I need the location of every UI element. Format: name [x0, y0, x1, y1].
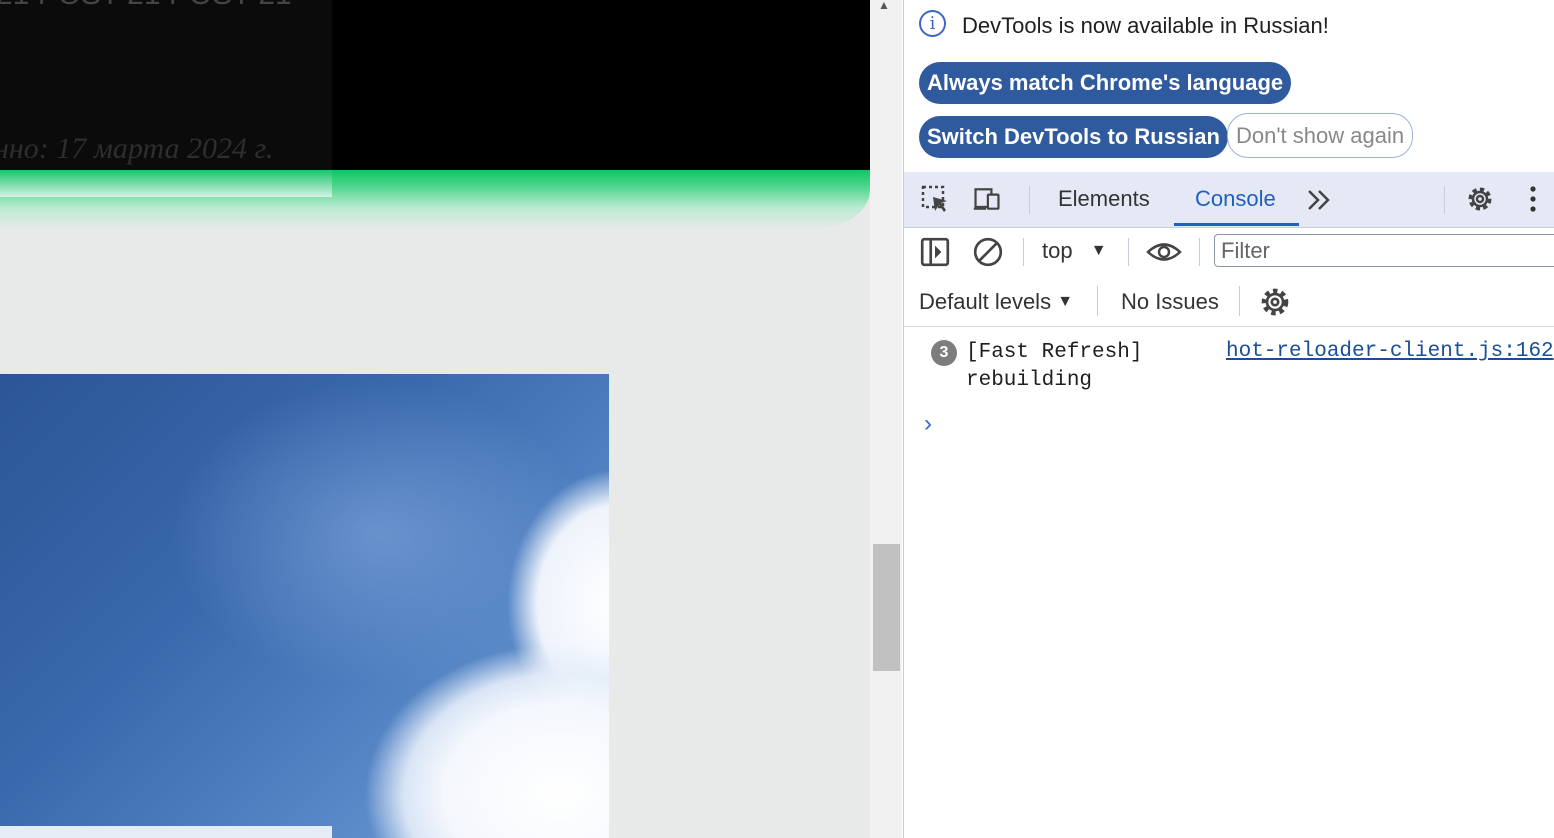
hero-card[interactable]: 21 POST 21 POST 21 нно: 17 марта 2024 г.: [0, 0, 332, 170]
eye-icon[interactable]: [1146, 236, 1182, 268]
scroll-up-arrow-icon[interactable]: ▲: [878, 0, 890, 12]
inspect-element-icon[interactable]: [920, 184, 950, 214]
console-message-text: [Fast Refresh] rebuilding: [966, 339, 1142, 395]
hero-banner: 21 POST 21 POST 21 нно: 17 марта 2024 г.: [0, 0, 870, 170]
active-tab-indicator: [1174, 223, 1299, 226]
toolbar-separator: [1199, 238, 1200, 266]
toolbar-separator: [1239, 286, 1240, 316]
sidebar-toggle-icon[interactable]: [919, 236, 951, 268]
infobar-message: DevTools is now available in Russian!: [962, 13, 1329, 38]
tab-console[interactable]: Console: [1195, 186, 1276, 212]
context-selector[interactable]: top ▼: [1042, 238, 1107, 264]
hero-date: нно: 17 марта 2024 г.: [0, 132, 274, 165]
tabbar-separator: [1029, 186, 1030, 214]
toolbar-separator: [1023, 238, 1024, 266]
issues-counter[interactable]: No Issues: [1121, 289, 1219, 315]
hero-title: 21 POST 21 POST 21: [0, 0, 292, 12]
console-message-line: [Fast Refresh]: [966, 341, 1143, 364]
device-toolbar-icon[interactable]: [972, 184, 1002, 214]
gear-icon[interactable]: [1259, 286, 1291, 318]
source-link[interactable]: hot-reloader-client.js:162: [1226, 340, 1554, 363]
tabbar-separator: [1444, 186, 1445, 214]
switch-to-russian-button[interactable]: Switch DevTools to Russian: [919, 116, 1228, 158]
language-infobar: i DevTools is now available in Russian! …: [904, 0, 1554, 172]
dropdown-arrow-icon: ▼: [1090, 242, 1107, 259]
always-match-language-button[interactable]: Always match Chrome's language: [919, 62, 1292, 104]
log-levels-dropdown[interactable]: Default levels ▼: [919, 289, 1073, 315]
settings-icon[interactable]: [1465, 184, 1495, 214]
devtools-panel: i DevTools is now available in Russian! …: [903, 0, 1554, 838]
web-page-viewport: 21 POST 21 POST 21 нно: 17 марта 2024 г.: [0, 0, 870, 838]
green-card-edge: [0, 170, 332, 197]
console-prompt[interactable]: ›: [924, 410, 932, 438]
tab-elements[interactable]: Elements: [1058, 186, 1150, 212]
console-message-line: rebuilding: [966, 369, 1093, 392]
dropdown-arrow-icon: ▼: [1057, 293, 1074, 310]
page-scrollbar[interactable]: [870, 0, 902, 838]
console-message: 3 [Fast Refresh] rebuilding hot-reloader…: [904, 327, 1554, 397]
console-levels-bar: Default levels ▼ No Issues: [904, 276, 1554, 327]
content-card-edge: [0, 826, 332, 838]
clear-console-icon[interactable]: [972, 236, 1004, 268]
context-selector-value: top: [1042, 238, 1073, 263]
toolbar-separator: [1128, 238, 1129, 266]
repeat-count-badge: 3: [931, 340, 957, 366]
log-levels-label: Default levels: [919, 289, 1052, 314]
scrollbar-thumb[interactable]: [873, 544, 900, 671]
dont-show-again-button[interactable]: Don't show again: [1227, 113, 1414, 158]
console-toolbar: top ▼ Filter: [904, 228, 1554, 276]
sky-image: [0, 374, 609, 838]
more-tabs-icon[interactable]: [1304, 186, 1334, 216]
info-icon: i: [919, 10, 946, 37]
kebab-menu-icon[interactable]: [1520, 184, 1550, 214]
toolbar-separator: [1097, 286, 1098, 316]
filter-input[interactable]: Filter: [1214, 234, 1554, 267]
devtools-tabbar: Elements Console: [904, 172, 1554, 228]
